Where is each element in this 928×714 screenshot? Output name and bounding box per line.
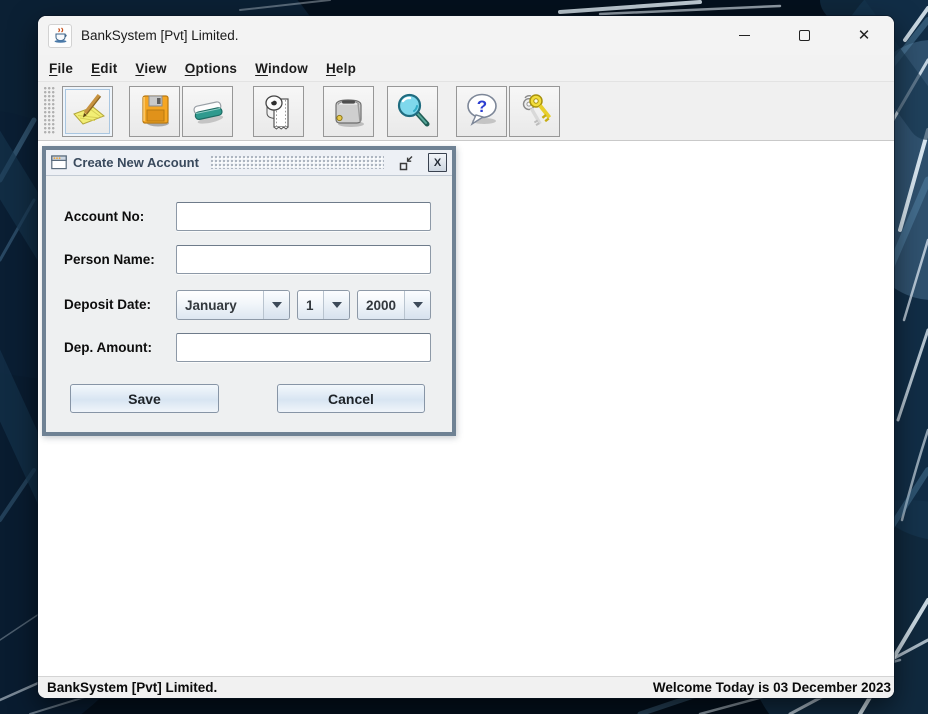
create-account-form: Account No: Person Name: Deposit Date: J… [46, 176, 452, 432]
internal-frame-icon [51, 155, 67, 170]
java-cup-icon [48, 23, 72, 48]
account-no-input[interactable] [176, 202, 431, 231]
year-combobox[interactable]: 2000 [357, 290, 431, 320]
day-value: 1 [306, 297, 314, 313]
save-floppy-icon [141, 95, 169, 127]
deposit-date-label: Deposit Date: [64, 297, 152, 312]
search-button[interactable] [387, 85, 438, 137]
menu-window[interactable]: Window [246, 58, 317, 79]
internal-frame-close-button[interactable]: X [428, 153, 447, 172]
status-right-text: Welcome Today is 03 December 2023 [652, 680, 891, 695]
close-icon: ✕ [857, 27, 871, 44]
minimize-icon [738, 35, 750, 36]
new-note-icon [72, 93, 105, 125]
menu-edit[interactable]: Edit [82, 58, 126, 79]
internal-frame-title: Create New Account [73, 155, 199, 170]
maximize-icon [798, 30, 810, 41]
day-combobox[interactable]: 1 [297, 290, 350, 320]
close-button[interactable]: ✕ [834, 16, 894, 55]
status-left-text: BankSystem [Pvt] Limited. [47, 680, 218, 695]
cancel-form-button[interactable]: Cancel [277, 384, 425, 413]
account-no-label: Account No: [64, 209, 145, 224]
window-title: BankSystem [Pvt] Limited. [81, 28, 239, 43]
create-account-internal-frame: Create New Account X Account No: Person … [42, 146, 456, 436]
internal-frame-close-icon: X [433, 156, 442, 169]
person-name-input[interactable] [176, 245, 431, 274]
maximize-button[interactable] [774, 16, 834, 55]
delete-button[interactable] [182, 85, 233, 137]
menu-file[interactable]: File [40, 58, 82, 79]
mdi-desktop-pane: Create New Account X Account No: Person … [38, 141, 894, 676]
window-titlebar: BankSystem [Pvt] Limited. ✕ [38, 16, 894, 55]
security-keys-icon [522, 94, 551, 126]
help-question-icon: ? [466, 93, 497, 126]
chevron-down-icon [271, 302, 282, 308]
menu-help[interactable]: Help [317, 58, 365, 79]
dep-amount-label: Dep. Amount: [64, 340, 152, 355]
menu-view[interactable]: View [126, 58, 175, 79]
search-magnifier-icon [397, 93, 429, 127]
minimize-button[interactable] [714, 16, 774, 55]
save-button[interactable] [129, 85, 180, 137]
year-value: 2000 [366, 297, 397, 313]
internal-frame-titlebar[interactable]: Create New Account X [46, 150, 452, 176]
toolbar-drag-handle[interactable] [44, 87, 56, 135]
chevron-down-icon [331, 302, 342, 308]
save-form-button[interactable]: Save [70, 384, 219, 413]
chevron-down-icon [412, 302, 423, 308]
delete-eraser-icon [192, 101, 223, 124]
app-window: BankSystem [Pvt] Limited. ✕ File Edit Vi… [38, 16, 894, 698]
print-button[interactable] [253, 85, 304, 137]
day-dropdown-arrow-box [323, 291, 349, 319]
toolbar: ? [38, 82, 894, 141]
dep-amount-input[interactable] [176, 333, 431, 362]
internal-frame-maximize-button[interactable] [396, 153, 416, 173]
new-account-button[interactable] [62, 85, 113, 137]
svg-text:?: ? [476, 97, 486, 116]
help-button[interactable]: ? [456, 85, 507, 137]
security-keys-button[interactable] [509, 85, 560, 137]
month-dropdown-arrow-box [263, 291, 289, 319]
person-name-label: Person Name: [64, 252, 155, 267]
process-button[interactable] [323, 85, 374, 137]
menu-bar: File Edit View Options Window Help [38, 55, 894, 82]
window-controls: ✕ [714, 16, 894, 55]
restore-arrow-icon [399, 155, 413, 170]
process-toaster-icon [334, 99, 364, 127]
titlebar-bumps-texture [210, 156, 384, 169]
menu-options[interactable]: Options [176, 58, 246, 79]
status-bar: BankSystem [Pvt] Limited. Welcome Today … [38, 676, 894, 698]
month-value: January [185, 297, 237, 313]
year-dropdown-arrow-box [404, 291, 430, 319]
print-paper-roll-icon [264, 95, 289, 130]
month-combobox[interactable]: January [176, 290, 290, 320]
